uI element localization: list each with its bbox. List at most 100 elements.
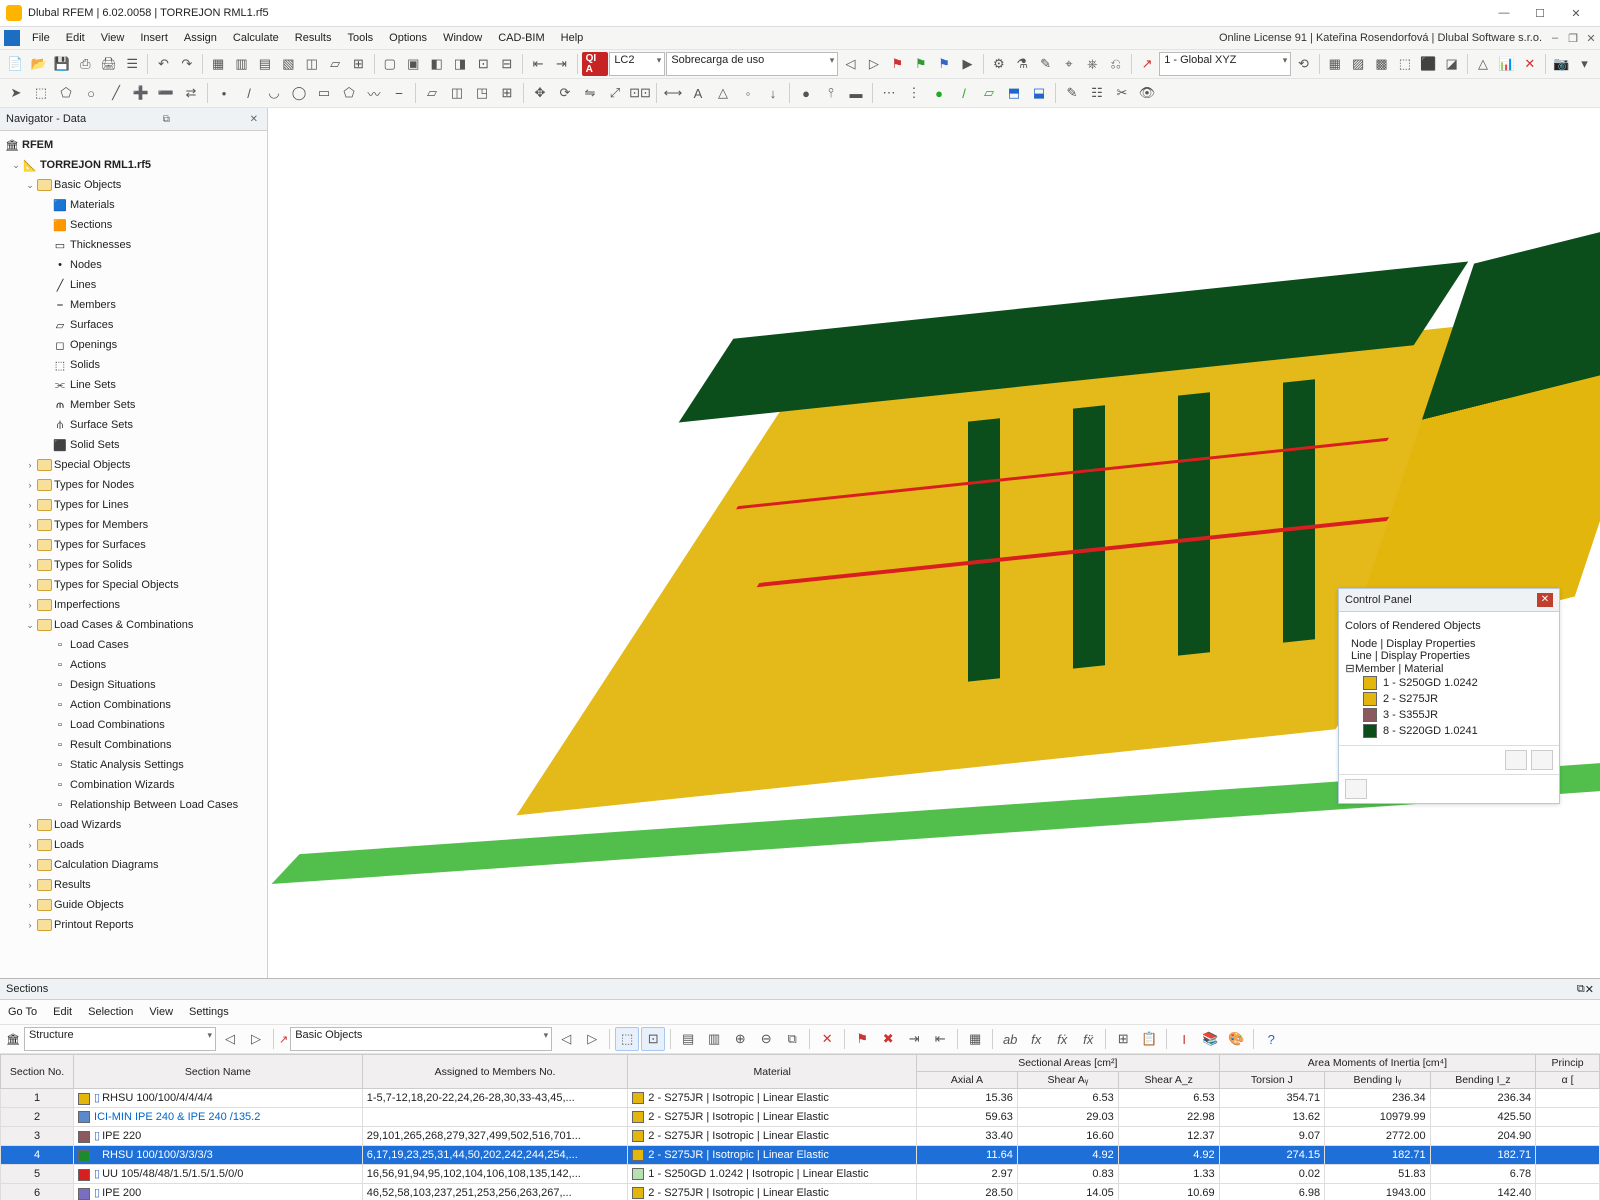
set-icon[interactable]: ⊞ bbox=[495, 81, 519, 105]
tree-item[interactable]: Combination Wizards bbox=[70, 779, 175, 791]
opening-icon[interactable]: ◫ bbox=[445, 81, 469, 105]
view-multi-icon[interactable]: ⊞ bbox=[347, 52, 369, 76]
tree-item[interactable]: Thicknesses bbox=[70, 239, 131, 251]
fx3-icon[interactable]: fẍ bbox=[1076, 1027, 1100, 1051]
misc5-icon[interactable]: ⎈ bbox=[1081, 52, 1103, 76]
flag-blue-icon[interactable]: ⚑ bbox=[933, 52, 955, 76]
legend-row[interactable]: Member | Material bbox=[1355, 663, 1443, 675]
loadcase-combo[interactable]: LC2 bbox=[609, 52, 665, 76]
view-z-icon[interactable]: ▧ bbox=[277, 52, 299, 76]
tree-item[interactable]: Members bbox=[70, 299, 116, 311]
misc6-icon[interactable]: ⎌ bbox=[1105, 52, 1127, 76]
tree-item[interactable]: Guide Objects bbox=[54, 899, 124, 911]
cell-ay[interactable]: 14.05 bbox=[1017, 1184, 1118, 1200]
legend-row[interactable]: Line | Display Properties bbox=[1345, 650, 1553, 662]
cell-az[interactable]: 1.33 bbox=[1118, 1165, 1219, 1184]
calc-icon[interactable]: ▶ bbox=[956, 52, 978, 76]
table-row[interactable]: 4 ▯RHSU 100/100/3/3/3/3 6,17,19,23,25,31… bbox=[1, 1146, 1600, 1165]
table-menu-selection[interactable]: Selection bbox=[88, 1006, 133, 1018]
tree-item[interactable]: Result Combinations bbox=[70, 739, 172, 751]
cell-material[interactable]: 2 - S275JR | Isotropic | Linear Elastic bbox=[628, 1127, 917, 1146]
rotate-icon[interactable]: ⟳ bbox=[553, 81, 577, 105]
scale-icon[interactable]: ⤢ bbox=[603, 81, 627, 105]
cell-members[interactable]: 6,17,19,23,25,31,44,50,202,242,244,254,.… bbox=[362, 1146, 628, 1165]
list-icon[interactable]: ☰ bbox=[121, 52, 143, 76]
col-section-name[interactable]: Section Name bbox=[74, 1055, 363, 1089]
tree-toggle[interactable]: › bbox=[24, 540, 36, 550]
tree-item[interactable]: Types for Nodes bbox=[54, 479, 134, 491]
tree-item[interactable]: Openings bbox=[70, 339, 117, 351]
more-b-icon[interactable]: ⋮ bbox=[902, 81, 926, 105]
arc-icon[interactable]: ◡ bbox=[262, 81, 286, 105]
tree-item[interactable]: Special Objects bbox=[54, 459, 130, 471]
tree-item[interactable]: Calculation Diagrams bbox=[54, 859, 159, 871]
cell-material[interactable]: 2 - S275JR | Isotropic | Linear Elastic bbox=[628, 1089, 917, 1108]
surface-icon[interactable]: ▱ bbox=[420, 81, 444, 105]
menu-options[interactable]: Options bbox=[381, 30, 435, 46]
col-material[interactable]: Material bbox=[628, 1055, 917, 1089]
cube2-icon[interactable]: ⬛ bbox=[1417, 52, 1439, 76]
hinge-icon[interactable]: ◦ bbox=[736, 81, 760, 105]
cell-j[interactable]: 9.07 bbox=[1219, 1127, 1325, 1146]
cell-name[interactable]: ICI-MIN IPE 240 & IPE 240 /135.2 bbox=[74, 1108, 363, 1127]
cell-alpha[interactable] bbox=[1536, 1184, 1600, 1200]
panel-sort-icon[interactable] bbox=[1505, 750, 1527, 770]
tree-item[interactable]: Loads bbox=[54, 839, 84, 851]
tree-item[interactable]: Types for Members bbox=[54, 519, 148, 531]
tree-toggle[interactable]: › bbox=[24, 460, 36, 470]
cell-a[interactable]: 33.40 bbox=[917, 1127, 1018, 1146]
menu-file[interactable]: File bbox=[24, 30, 58, 46]
tree-item[interactable]: Line Sets bbox=[70, 379, 116, 391]
row-dn-icon[interactable]: ▥ bbox=[702, 1027, 726, 1051]
flag1-icon[interactable]: ⚑ bbox=[850, 1027, 874, 1051]
cell-alpha[interactable] bbox=[1536, 1089, 1600, 1108]
copy-icon[interactable]: 📋 bbox=[1137, 1027, 1161, 1051]
coord-system-combo[interactable]: 1 - Global XYZ bbox=[1159, 52, 1291, 76]
cell-iz[interactable]: 204.90 bbox=[1430, 1127, 1536, 1146]
tree-item[interactable]: Types for Special Objects bbox=[54, 579, 179, 591]
cell-iz[interactable]: 142.40 bbox=[1430, 1184, 1536, 1200]
cell-members[interactable]: 29,101,265,268,279,327,499,502,516,701..… bbox=[362, 1127, 628, 1146]
layer2-icon[interactable]: ▣ bbox=[402, 52, 424, 76]
col-group-areas[interactable]: Sectional Areas [cm²] bbox=[917, 1055, 1220, 1072]
cell-ay[interactable]: 29.03 bbox=[1017, 1108, 1118, 1127]
col-iz[interactable]: Bending I_z bbox=[1430, 1072, 1536, 1089]
more-a-icon[interactable]: ⋯ bbox=[877, 81, 901, 105]
redo-icon[interactable]: ↷ bbox=[176, 52, 198, 76]
menu-tools[interactable]: Tools bbox=[339, 30, 381, 46]
cell-name[interactable]: ▯IPE 200 bbox=[74, 1184, 363, 1200]
text-icon[interactable]: A bbox=[686, 81, 710, 105]
solid-icon[interactable]: ◳ bbox=[470, 81, 494, 105]
cell-members[interactable]: 1-5,7-12,18,20-22,24,26-28,30,33-43,45,.… bbox=[362, 1089, 628, 1108]
maximize-button[interactable]: ☐ bbox=[1522, 2, 1558, 24]
tree-toggle[interactable]: › bbox=[24, 480, 36, 490]
flag2-icon[interactable]: ✖ bbox=[876, 1027, 900, 1051]
rect-icon[interactable]: ▭ bbox=[312, 81, 336, 105]
tree-toggle[interactable]: › bbox=[24, 600, 36, 610]
cell-members[interactable]: 16,56,91,94,95,102,104,106,108,135,142,.… bbox=[362, 1165, 628, 1184]
cell-members[interactable]: 46,52,58,103,237,251,253,256,263,267,... bbox=[362, 1184, 628, 1200]
row-cpy-icon[interactable]: ⧉ bbox=[780, 1027, 804, 1051]
tree-item[interactable]: Types for Solids bbox=[54, 559, 132, 571]
tree-toggle[interactable]: › bbox=[24, 520, 36, 530]
sel-line-icon[interactable]: ╱ bbox=[104, 81, 128, 105]
tree-item[interactable]: Sections bbox=[70, 219, 112, 231]
cell-az[interactable]: 10.69 bbox=[1118, 1184, 1219, 1200]
tree-toggle[interactable]: › bbox=[24, 500, 36, 510]
tree-item[interactable]: Action Combinations bbox=[70, 699, 171, 711]
table-row[interactable]: 3 ▯IPE 220 29,101,265,268,279,327,499,50… bbox=[1, 1127, 1600, 1146]
cell-alpha[interactable] bbox=[1536, 1127, 1600, 1146]
view-x-icon[interactable]: ▥ bbox=[230, 52, 252, 76]
layer-icon[interactable]: ▢ bbox=[379, 52, 401, 76]
tool-a-icon[interactable]: ⊡ bbox=[472, 52, 494, 76]
rigid-icon[interactable]: ▬ bbox=[844, 81, 868, 105]
sel-cir-icon[interactable]: ○ bbox=[79, 81, 103, 105]
view-y-icon[interactable]: ▤ bbox=[254, 52, 276, 76]
cell-alpha[interactable] bbox=[1536, 1146, 1600, 1165]
tree-toggle[interactable]: › bbox=[24, 860, 36, 870]
sup-icon[interactable]: △ bbox=[711, 81, 735, 105]
help-icon[interactable]: ? bbox=[1259, 1027, 1283, 1051]
tree-item[interactable]: Relationship Between Load Cases bbox=[70, 799, 238, 811]
row-del-icon[interactable]: ⊖ bbox=[754, 1027, 778, 1051]
tree-item[interactable]: Load Wizards bbox=[54, 819, 121, 831]
